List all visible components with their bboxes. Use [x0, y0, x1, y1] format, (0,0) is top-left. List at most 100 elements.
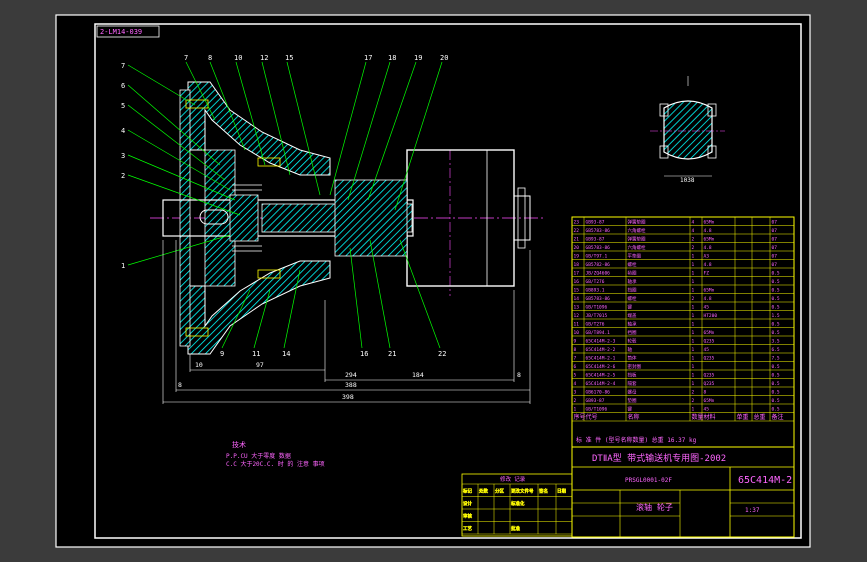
bom-cell: 4	[692, 228, 695, 234]
bom-cell: JB/ZQ4606	[586, 271, 611, 277]
svg-text:19: 19	[414, 54, 422, 62]
bom-cell: 1	[692, 322, 695, 328]
bom-cell: 17	[574, 271, 580, 277]
title-scale: 1:37	[745, 507, 760, 514]
title-project: DTⅡA型 带式输送机专用图-2002	[592, 452, 726, 464]
svg-text:184: 184	[412, 371, 424, 379]
bom-header-cell: 序号	[574, 413, 586, 421]
svg-text:4: 4	[121, 127, 125, 135]
svg-text:14: 14	[282, 350, 290, 358]
bom-cell: 4	[692, 220, 695, 226]
bom-cell: 1	[692, 339, 695, 345]
svg-text:8: 8	[178, 381, 182, 389]
bom-cell: 65Mn	[704, 288, 715, 294]
svg-text:1038: 1038	[680, 177, 695, 184]
bom-cell: 1	[692, 373, 695, 379]
bom-cell: 2	[692, 390, 695, 396]
bom-cell: 45	[704, 347, 710, 353]
bom-cell: 45	[704, 407, 710, 413]
bom-cell: 2	[574, 398, 577, 404]
bom-cell: GB5783-86	[586, 228, 611, 234]
svg-text:10: 10	[195, 361, 203, 369]
rev-cell: 标准化	[511, 500, 525, 507]
svg-text:C.C 大于20C.C. 时 的 注意 事项: C.C 大于20C.C. 时 的 注意 事项	[226, 460, 325, 468]
bom-cell: 螺栓	[628, 295, 637, 302]
bom-cell: 1	[692, 271, 695, 277]
bom-cell: GB/T1096	[586, 305, 608, 311]
drawing-canvas[interactable]: 2-LM14-039 7 8 10 12 15 17 18 19 20 7 6 …	[0, 0, 867, 562]
bom-cell: 07	[772, 254, 778, 260]
bom-cell: 平垫圈	[628, 253, 642, 260]
svg-text:20: 20	[440, 54, 448, 62]
bom-header-cell: 单重	[737, 413, 749, 421]
bom-cell: Q235	[704, 381, 715, 387]
rev-cell: 更改文件号	[511, 488, 534, 495]
bom-cell: 18	[574, 262, 580, 268]
bom-cell: 16	[574, 279, 580, 285]
bom-cell: 12	[574, 313, 580, 319]
bom-cell: 挡板	[628, 372, 637, 379]
bom-cell: 7	[574, 356, 577, 362]
bom-cell: A3	[704, 254, 710, 260]
bom-cell: 15	[574, 288, 580, 294]
code-box-text: 2-LM14-039	[100, 28, 142, 36]
bom-cell: 六角螺栓	[628, 227, 646, 234]
bom-header-cell: 材料	[704, 413, 716, 421]
bom-cell: 8	[704, 390, 707, 396]
bom-cell: 19	[574, 254, 580, 260]
bom-cell: 65C414M-2-1	[586, 356, 616, 362]
bom-cell: 65Mn	[704, 330, 715, 336]
bom-cell: GB6170-86	[586, 390, 611, 396]
bom-cell: 1	[692, 347, 695, 353]
svg-text:18: 18	[388, 54, 396, 62]
bom-footer: 标 准 件 (型号名称数量) 总重 16.37 kg	[576, 436, 697, 444]
bom-cell: GB893.1	[586, 288, 605, 294]
bom-cell: GB93-87	[586, 398, 605, 404]
bom-cell: 07	[772, 220, 778, 226]
bom-cell: 9	[574, 339, 577, 345]
rev-cell: 审核	[463, 513, 472, 520]
bom-cell: 2	[692, 296, 695, 302]
bom-cell: Q235	[704, 356, 715, 362]
bom-cell: 1	[692, 330, 695, 336]
left-flange	[179, 89, 191, 347]
svg-text:17: 17	[364, 54, 372, 62]
svg-text:22: 22	[438, 350, 446, 358]
rev-cell: 分区	[495, 488, 504, 495]
bom-cell: HT200	[704, 313, 718, 319]
bom-cell: 4.8	[704, 296, 712, 302]
title-designer-code: PRSGL0001-02F	[625, 477, 672, 484]
bom-cell: 2	[692, 398, 695, 404]
bom-cell: 0.5	[772, 330, 780, 336]
bom-cell: 0.5	[772, 364, 780, 370]
bom-cell: 2	[692, 245, 695, 251]
main-bearing	[229, 194, 259, 242]
bom-cell: JB/T7015	[586, 313, 608, 319]
bom-cell: 07	[772, 262, 778, 268]
svg-text:6: 6	[121, 82, 125, 90]
bom-cell: 毡圈	[628, 270, 637, 277]
bom-cell: 3.5	[772, 339, 780, 345]
bom-cell: 1.5	[772, 313, 780, 319]
bom-cell: 7.5	[772, 356, 780, 362]
bom-cell: 3	[574, 390, 577, 396]
bom-cell: GB93-87	[586, 220, 605, 226]
rev-cell: 工艺	[463, 526, 472, 532]
bom-header-cell: 备注	[772, 413, 784, 421]
bom-cell: 1	[692, 407, 695, 413]
bom-cell: 0.5	[772, 288, 780, 294]
bom-cell: GB5783-86	[586, 296, 611, 302]
bom-header-cell: 数量	[692, 413, 704, 421]
svg-text:21: 21	[388, 350, 396, 358]
bom-cell: 23	[574, 220, 580, 226]
bom-cell: Q235	[704, 373, 715, 379]
bom-cell: 1	[692, 262, 695, 268]
bom-cell: 0.5	[772, 322, 780, 328]
bom-cell: 65C414M-2-2	[586, 347, 616, 353]
bom-cell: 挡圈	[628, 329, 637, 336]
svg-text:16: 16	[360, 350, 368, 358]
bom-cell: 4.8	[704, 228, 712, 234]
svg-text:15: 15	[285, 54, 293, 62]
bom-header-cell: 名称	[628, 413, 640, 421]
svg-text:8: 8	[208, 54, 212, 62]
